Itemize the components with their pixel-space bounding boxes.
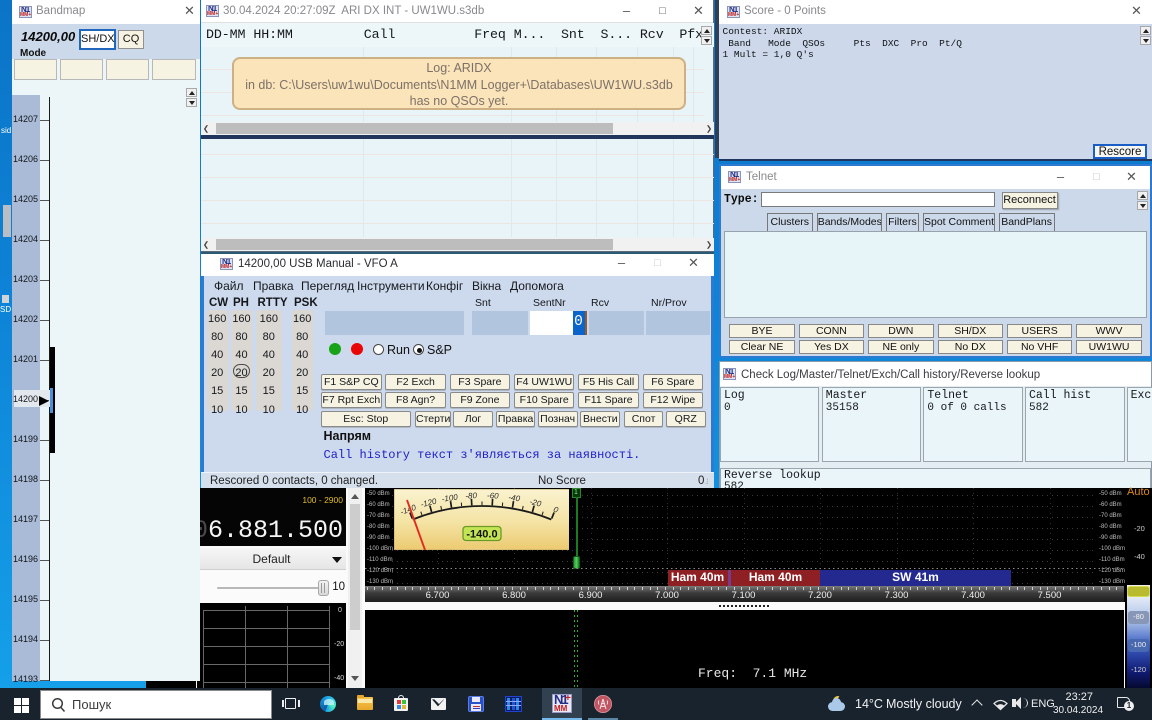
svg-text:-80: -80 bbox=[465, 491, 478, 501]
svg-text:-60: -60 bbox=[486, 491, 499, 501]
svg-text:-140.0: -140.0 bbox=[466, 529, 497, 541]
svg-text:-40: -40 bbox=[507, 493, 520, 504]
